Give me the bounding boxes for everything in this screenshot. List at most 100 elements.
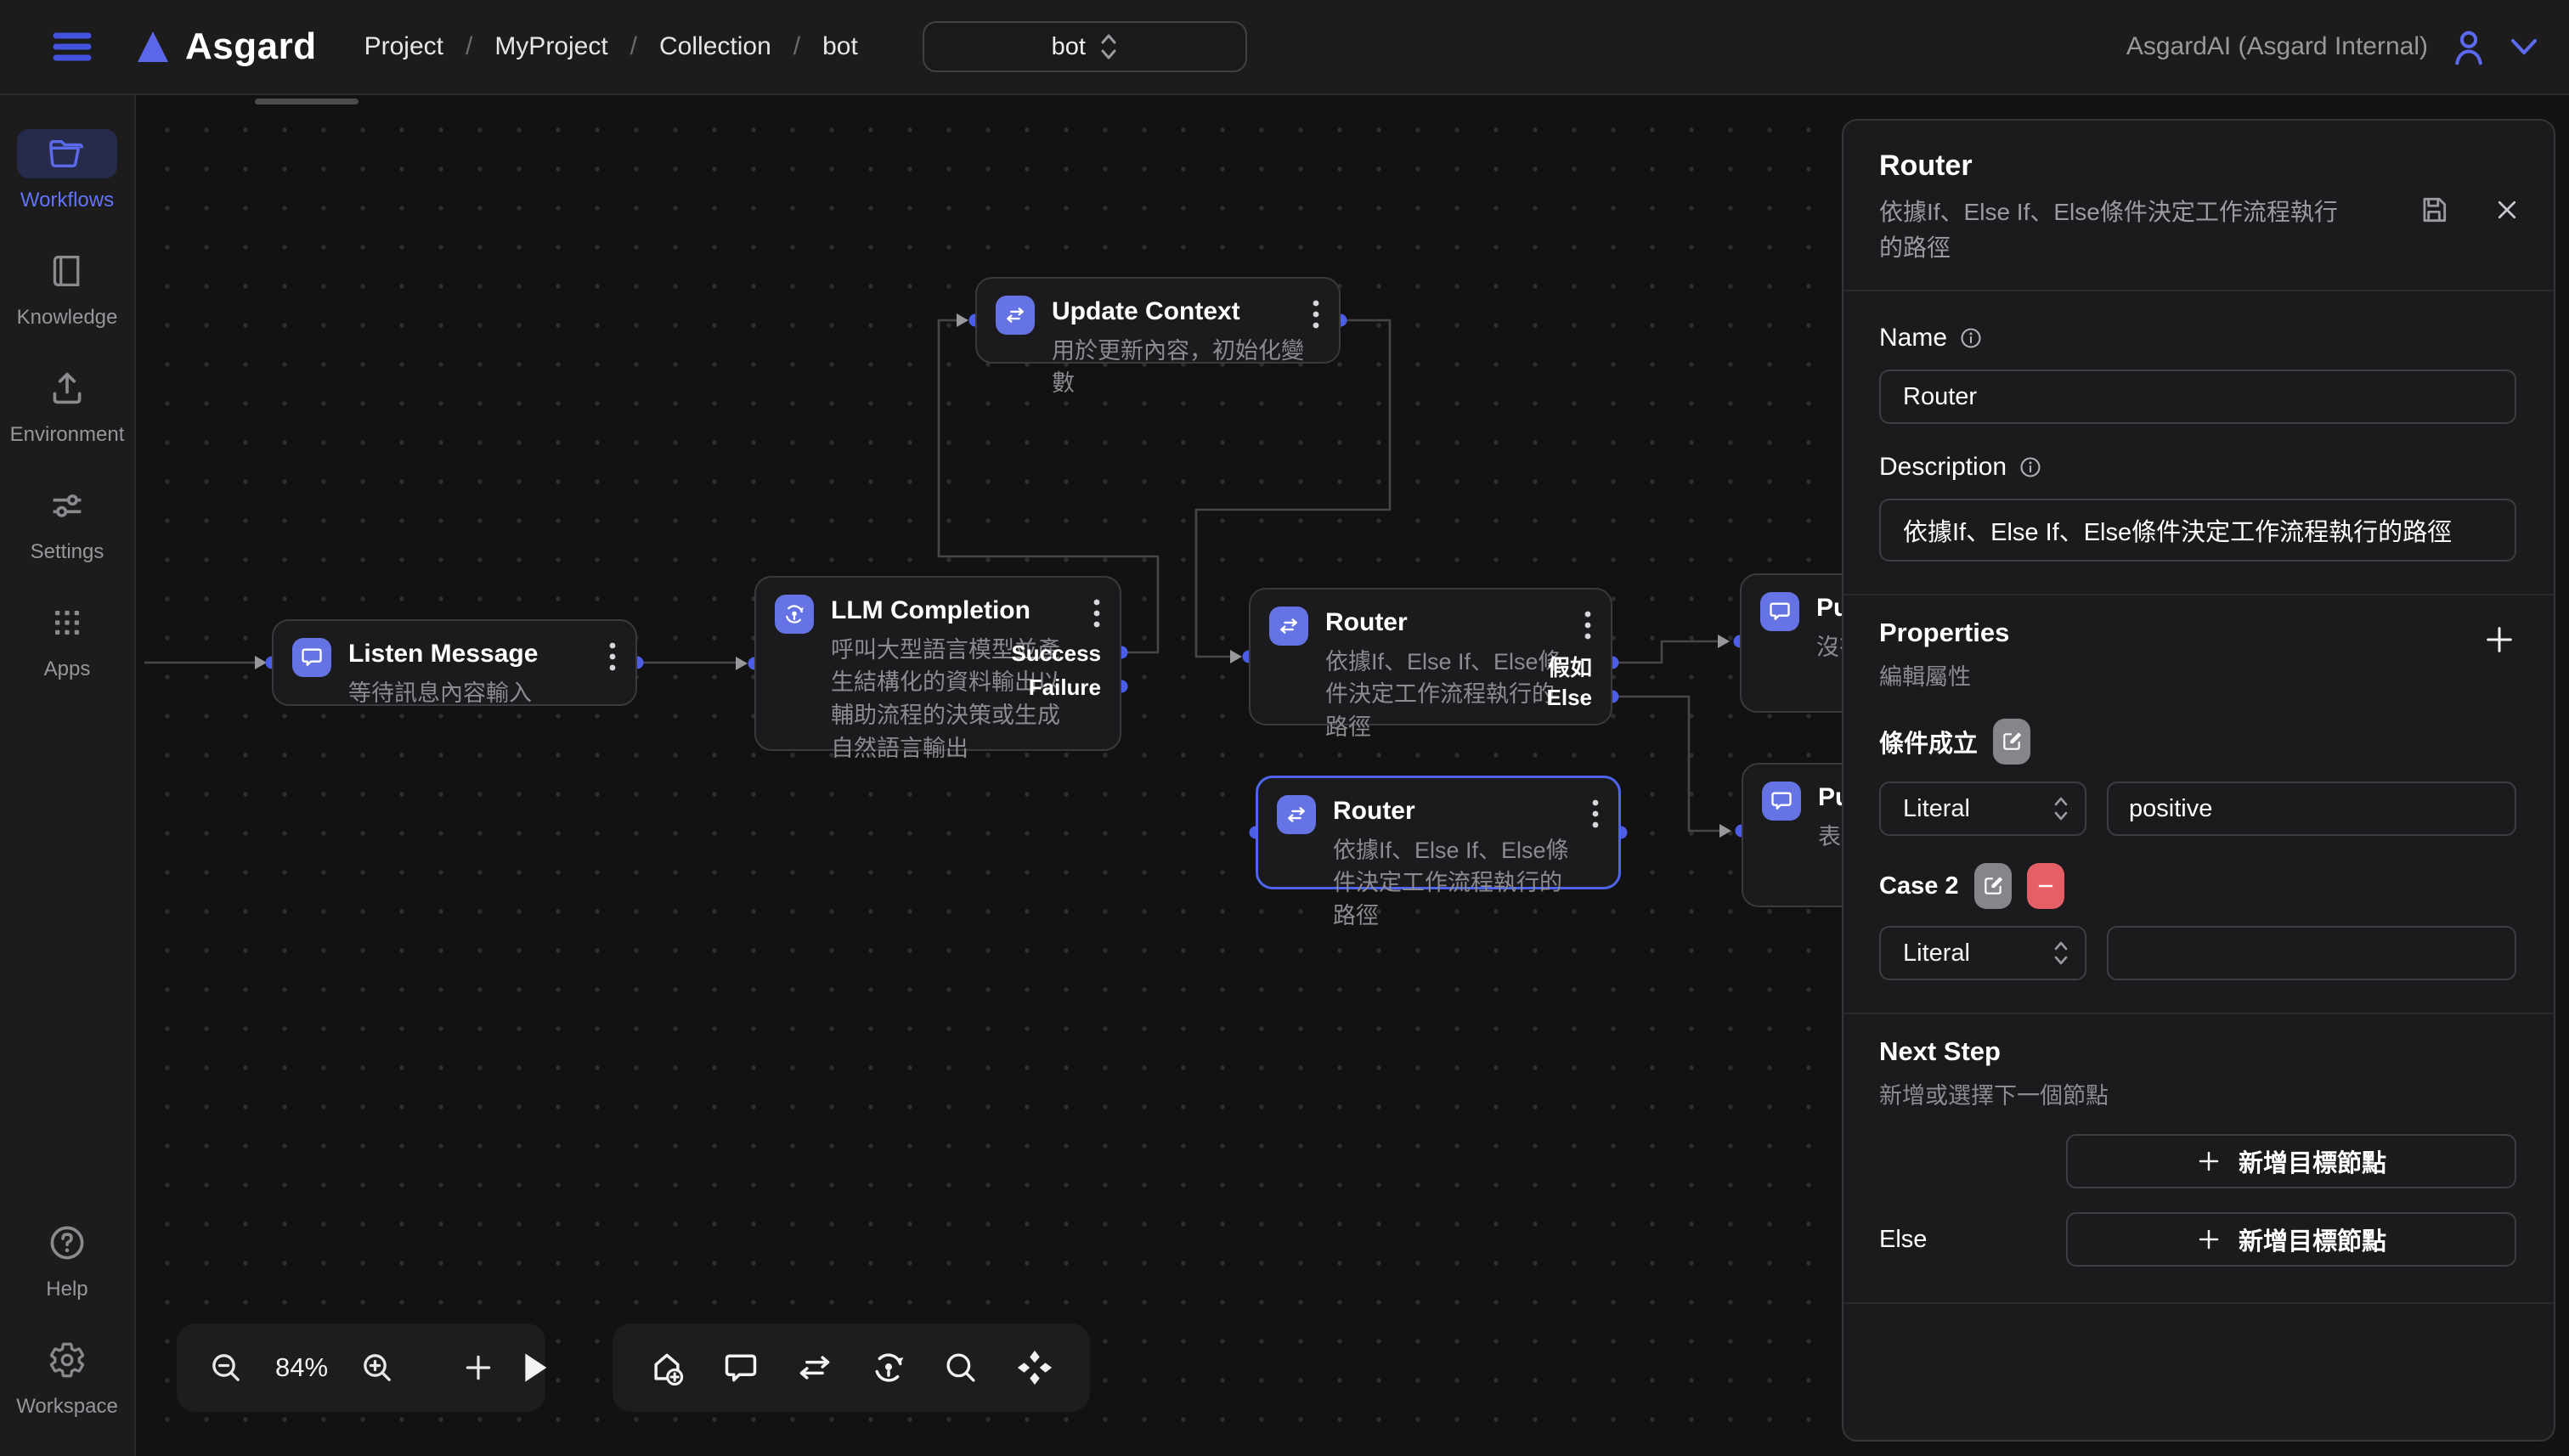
node-title: LLM Completion — [831, 595, 1070, 627]
add-target-node-button-else[interactable]: 新增目標節點 — [2066, 1212, 2516, 1267]
sidebar-item-label: Workflows — [20, 189, 114, 212]
node-menu-icon[interactable] — [1312, 299, 1320, 330]
panel-footer — [1843, 1304, 2554, 1440]
panel-title: Router — [1879, 150, 2352, 183]
plus-icon — [2196, 1148, 2222, 1174]
search-icon[interactable] — [943, 1350, 979, 1385]
edit-case-button[interactable] — [1974, 863, 2012, 909]
sidebar-item-label: Environment — [10, 423, 125, 447]
description-input[interactable] — [1879, 499, 2516, 562]
chat-bubble-icon — [300, 646, 324, 669]
sidebar-item-settings[interactable]: Settings — [17, 481, 117, 564]
node-output-else[interactable]: Else — [1547, 685, 1593, 711]
plus-icon — [2196, 1227, 2222, 1252]
node-router-2-selected[interactable]: Router 依據If、Else If、Else條件決定工作流程執行的路徑 — [1256, 776, 1621, 889]
add-icon[interactable] — [462, 1352, 494, 1384]
panel-description: 依據If、Else If、Else條件決定工作流程執行的路徑 — [1879, 195, 2352, 266]
user-icon[interactable] — [2450, 27, 2487, 66]
sidebar-item-label: Help — [46, 1278, 88, 1301]
llm-node-icon[interactable] — [870, 1349, 907, 1386]
node-menu-icon[interactable] — [608, 641, 617, 672]
name-input[interactable] — [1879, 370, 2516, 424]
panel-next-step-section: Next Step 新增或選擇下一個節點 新增目標節點 Else 新增目標節點 — [1843, 1014, 2554, 1304]
apps-grid-icon — [49, 606, 85, 640]
node-title: Update Context — [1052, 296, 1320, 328]
upload-icon — [48, 370, 86, 406]
node-title: Router — [1333, 795, 1576, 827]
panel-properties-section: Properties 編輯屬性 條件成立 Literal — [1843, 595, 2554, 1014]
case-1-type-select[interactable]: Literal — [1879, 782, 2086, 836]
node-subtitle: 依據If、Else If、Else條件決定工作流程執行的路徑 — [1325, 646, 1568, 745]
node-update-context[interactable]: Update Context 用於更新內容，初始化變數 — [975, 277, 1341, 364]
sidebar-item-workspace[interactable]: Workspace — [16, 1335, 118, 1419]
node-title: Router — [1325, 607, 1568, 639]
sidebar-item-help[interactable]: Help — [17, 1218, 117, 1301]
zoom-in-icon[interactable] — [360, 1351, 394, 1385]
select-chevrons-icon — [1099, 32, 1118, 61]
select-value: Literal — [1903, 795, 1970, 823]
node-output-if[interactable]: 假如 — [1548, 651, 1592, 682]
case-2-label: Case 2 — [1879, 872, 1959, 900]
info-icon — [2019, 455, 2042, 479]
case-2-type-select[interactable]: Literal — [1879, 926, 2086, 980]
node-menu-icon[interactable] — [1584, 610, 1592, 641]
breadcrumb: Project / MyProject / Collection / bot — [364, 32, 858, 61]
chat-bubble-icon — [1768, 600, 1792, 624]
add-node-icon[interactable] — [648, 1349, 686, 1386]
else-branch-label: Else — [1879, 1226, 1927, 1254]
sidebar-item-apps[interactable]: Apps — [17, 598, 117, 681]
sidebar-item-environment[interactable]: Environment — [10, 364, 125, 447]
select-value: Literal — [1903, 940, 1970, 968]
move-fit-icon[interactable] — [1015, 1348, 1054, 1387]
node-listen-message[interactable]: Listen Message 等待訊息內容輸入 — [272, 619, 637, 706]
sidebar-item-label: Apps — [44, 657, 91, 681]
edit-case-button[interactable] — [1993, 719, 2030, 765]
case-2-value-input[interactable] — [2107, 926, 2516, 980]
swap-arrows-icon — [1003, 303, 1027, 327]
breadcrumb-separator: / — [630, 32, 637, 61]
properties-title: Properties — [1879, 618, 2009, 648]
workflow-select[interactable]: bot — [923, 21, 1247, 72]
add-property-icon[interactable] — [2482, 623, 2516, 657]
node-router-1[interactable]: Router 依據If、Else If、Else條件決定工作流程執行的路徑 假如… — [1249, 588, 1612, 725]
node-config-panel: Router 依據If、Else If、Else條件決定工作流程執行的路徑 Na… — [1842, 119, 2555, 1442]
menu-icon[interactable] — [53, 30, 92, 64]
save-icon[interactable] — [2418, 194, 2450, 226]
zoom-level: 84% — [268, 1352, 335, 1383]
workflow-select-value: bot — [1052, 33, 1086, 61]
logo-triangle-icon — [136, 30, 170, 64]
message-node-icon[interactable] — [722, 1349, 759, 1386]
remove-case-button[interactable] — [2027, 863, 2064, 909]
properties-subtitle: 編輯屬性 — [1879, 658, 2009, 691]
swap-arrows-node-icon[interactable] — [795, 1349, 834, 1386]
help-circle-icon — [48, 1223, 87, 1262]
node-menu-icon[interactable] — [1093, 598, 1101, 629]
folder-icon — [48, 137, 87, 171]
add-target-node-button[interactable]: 新增目標節點 — [2066, 1134, 2516, 1188]
case-1-value-input[interactable] — [2107, 782, 2516, 836]
zoom-toolbar: 84% — [177, 1323, 545, 1412]
canvas-scrollbar[interactable] — [255, 99, 359, 104]
breadcrumb-bot[interactable]: bot — [822, 32, 858, 61]
close-icon[interactable] — [2494, 197, 2520, 223]
breadcrumb-myproject[interactable]: MyProject — [494, 32, 607, 61]
node-menu-icon[interactable] — [1591, 799, 1600, 829]
sidebar-item-knowledge[interactable]: Knowledge — [17, 246, 118, 330]
sidebar-item-workflows[interactable]: Workflows — [17, 129, 117, 212]
account-label: AsgardAI (Asgard Internal) — [2126, 32, 2428, 61]
chat-bubble-icon — [1770, 789, 1793, 813]
node-llm-completion[interactable]: LLM Completion 呼叫大型語言模型並產生結構化的資料輸出以輔助流程的… — [754, 576, 1121, 751]
next-step-title: Next Step — [1879, 1036, 2516, 1067]
account-chevron-down-icon[interactable] — [2510, 37, 2538, 56]
run-icon[interactable] — [520, 1351, 550, 1385]
node-subtitle: 依據If、Else If、Else條件決定工作流程執行的路徑 — [1333, 834, 1576, 934]
breadcrumb-project[interactable]: Project — [364, 32, 443, 61]
add-target-node-label: 新增目標節點 — [2239, 1222, 2386, 1257]
case-1-label: 條件成立 — [1879, 724, 1978, 759]
llm-cycle-icon — [782, 602, 806, 626]
zoom-out-icon[interactable] — [209, 1351, 243, 1385]
node-output-failure[interactable]: Failure — [1029, 674, 1101, 701]
node-output-success[interactable]: Success — [1011, 641, 1101, 667]
description-label: Description — [1879, 453, 2007, 482]
breadcrumb-collection[interactable]: Collection — [659, 32, 771, 61]
